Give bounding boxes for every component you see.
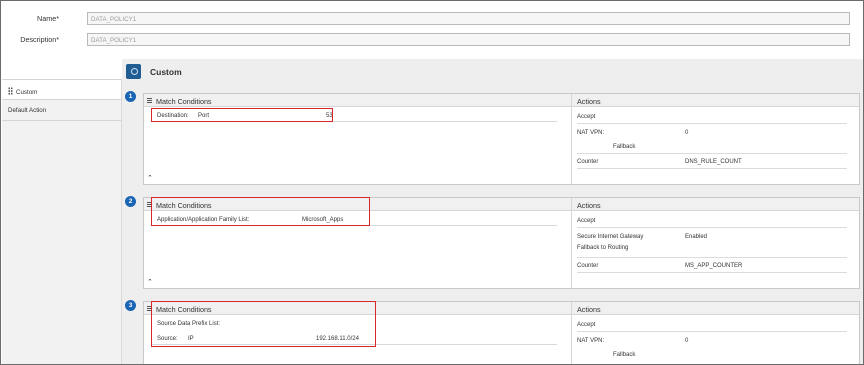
column-divider bbox=[571, 198, 572, 288]
policy-editor: Name* DATA_POLICY1 Description* DATA_POL… bbox=[0, 0, 864, 365]
sidebar-item-label: Default Action bbox=[8, 107, 47, 114]
condition-row[interactable]: Source Data Prefix List: bbox=[152, 320, 557, 330]
condition-label: Application/Application Family List: bbox=[157, 217, 250, 223]
condition-type: Port bbox=[198, 113, 210, 119]
action-accept: Accept bbox=[577, 320, 847, 332]
action-label: NAT VPN: bbox=[577, 130, 605, 136]
drag-handle-icon[interactable] bbox=[8, 87, 13, 95]
condition-value: Microsoft_Apps bbox=[302, 217, 344, 223]
match-conditions-title: Match Conditions bbox=[156, 305, 212, 314]
action-fallback: Fallback bbox=[613, 352, 636, 358]
action-label: Secure Internet Gateway bbox=[577, 234, 644, 240]
action-nat-vpn: NAT VPN: 0 Fallback bbox=[577, 128, 847, 154]
action-accept: Accept bbox=[577, 216, 847, 228]
section-title: Custom bbox=[150, 67, 182, 77]
sequence-number-badge: 1 bbox=[125, 91, 136, 102]
description-label: Description* bbox=[20, 35, 59, 44]
condition-label: Source: bbox=[157, 336, 178, 342]
action-label: Accept bbox=[577, 114, 596, 120]
sequence-header: Match Conditions Actions bbox=[144, 198, 859, 211]
sidebar-item-label: Custom bbox=[16, 89, 38, 96]
action-label: Counter bbox=[577, 263, 599, 269]
name-label: Name* bbox=[37, 14, 59, 23]
sequence-panel: Custom 1 Match Conditions Actions Destin… bbox=[122, 59, 863, 364]
action-label: Fallback to Routing bbox=[577, 245, 629, 251]
action-label: NAT VPN: bbox=[577, 338, 605, 344]
chevron-up-icon[interactable]: ⌃ bbox=[147, 175, 155, 182]
name-input[interactable]: DATA_POLICY1 bbox=[87, 12, 850, 25]
hamburger-menu-icon[interactable] bbox=[147, 98, 152, 103]
action-accept: Accept bbox=[577, 112, 847, 124]
condition-label: Destination: bbox=[157, 113, 189, 119]
condition-value: 192.168.11.0/24 bbox=[316, 336, 359, 342]
action-counter: Counter MS_APP_COUNTER bbox=[577, 261, 847, 273]
actions-title: Actions bbox=[577, 305, 601, 314]
action-fallback: Fallback bbox=[613, 144, 636, 150]
sidebar-item-default-action[interactable]: Default Action bbox=[2, 100, 121, 121]
condition-row[interactable]: Source: IP 192.168.11.0/24 bbox=[152, 335, 557, 345]
action-label: Counter bbox=[577, 159, 599, 165]
sequence-rule-2: Match Conditions Actions Application/App… bbox=[143, 197, 860, 289]
action-label: Accept bbox=[577, 218, 596, 224]
chevron-up-icon[interactable]: ⌃ bbox=[147, 279, 155, 286]
condition-value: 53 bbox=[326, 113, 333, 119]
sequence-type-sidebar: Custom Default Action bbox=[2, 79, 122, 364]
sequence-rule-1: Match Conditions Actions Destination: Po… bbox=[143, 93, 860, 185]
column-divider bbox=[571, 302, 572, 364]
sequence-header: Match Conditions Actions bbox=[144, 302, 859, 315]
action-value: MS_APP_COUNTER bbox=[685, 263, 743, 269]
sequence-number-badge: 3 bbox=[125, 300, 136, 311]
condition-label: Source Data Prefix List: bbox=[157, 321, 221, 327]
description-input[interactable]: DATA_POLICY1 bbox=[87, 33, 850, 46]
hamburger-menu-icon[interactable] bbox=[147, 202, 152, 207]
action-nat-vpn: NAT VPN: 0 Fallback bbox=[577, 336, 847, 362]
action-value: 0 bbox=[685, 130, 689, 136]
hamburger-menu-icon[interactable] bbox=[147, 306, 152, 311]
actions-title: Actions bbox=[577, 97, 601, 106]
name-row: Name* DATA_POLICY1 bbox=[1, 12, 863, 26]
match-conditions-title: Match Conditions bbox=[156, 97, 212, 106]
action-label: Accept bbox=[577, 322, 596, 328]
custom-sequence-icon bbox=[126, 64, 141, 79]
condition-row[interactable]: Destination: Port 53 bbox=[152, 112, 557, 122]
description-row: Description* DATA_POLICY1 bbox=[1, 33, 863, 47]
sequence-number-badge: 2 bbox=[125, 196, 136, 207]
action-value: Enabled bbox=[685, 234, 708, 240]
condition-type: IP bbox=[188, 336, 194, 342]
sidebar-item-custom[interactable]: Custom bbox=[2, 79, 121, 100]
action-value: DNS_RULE_COUNT bbox=[685, 159, 742, 165]
action-counter: Counter DNS_RULE_COUNT bbox=[577, 157, 847, 169]
actions-title: Actions bbox=[577, 201, 601, 210]
action-value: 0 bbox=[685, 338, 689, 344]
sequence-header: Match Conditions Actions bbox=[144, 94, 859, 107]
action-secure-internet-gateway: Secure Internet Gateway Fallback to Rout… bbox=[577, 232, 847, 258]
condition-row[interactable]: Application/Application Family List: Mic… bbox=[152, 216, 557, 226]
column-divider bbox=[571, 94, 572, 184]
sequence-rule-3: Match Conditions Actions Source Data Pre… bbox=[143, 301, 860, 364]
match-conditions-title: Match Conditions bbox=[156, 201, 212, 210]
